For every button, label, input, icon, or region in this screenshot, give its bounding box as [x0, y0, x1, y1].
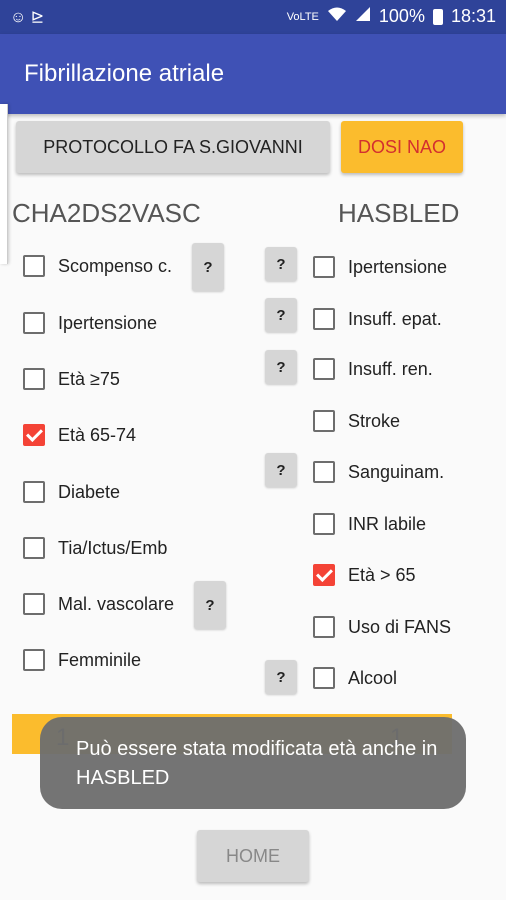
checkbox-box[interactable]	[313, 513, 335, 535]
checkbox-box[interactable]	[313, 256, 335, 278]
app-bar: Fibrillazione atriale	[0, 34, 506, 114]
wifi-icon	[327, 6, 347, 27]
checkbox-uso-fans[interactable]: Uso di FANS	[313, 616, 451, 638]
checkbox-box[interactable]	[23, 593, 45, 615]
volte-icon: VoLTE	[286, 10, 319, 23]
checkbox-tia-ictus[interactable]: Tia/Ictus/Emb	[23, 537, 167, 559]
checkbox-label: Mal. vascolare	[58, 593, 175, 614]
hasbled-heading: HASBLED	[338, 198, 460, 228]
checkbox-stroke[interactable]: Stroke	[313, 410, 400, 432]
checkbox-label: Insuff. ren.	[348, 358, 433, 379]
checkbox-label: Stroke	[348, 410, 401, 431]
signal-icon	[355, 6, 371, 27]
checkbox-label: Ipertensione	[58, 312, 158, 333]
checkbox-sanguinam[interactable]: Sanguinam.	[313, 461, 444, 483]
checkbox-box[interactable]	[23, 368, 45, 390]
checkbox-box[interactable]	[313, 358, 335, 380]
checkbox-alcool[interactable]: Alcool	[313, 667, 397, 689]
checkbox-box[interactable]	[23, 312, 45, 334]
checkbox-diabete[interactable]: Diabete	[23, 481, 120, 503]
help-alcool-button[interactable]: ?	[265, 660, 297, 694]
checkbox-label: Ipertensione	[348, 256, 448, 277]
help-scompenso-button[interactable]: ?	[192, 243, 224, 291]
battery-percent: 100%	[378, 6, 425, 26]
checkbox-femminile[interactable]: Femminile	[23, 649, 141, 671]
checkbox-box[interactable]	[23, 649, 45, 671]
protocol-button[interactable]: PROTOCOLLO FA S.GIOVANNI	[16, 121, 330, 173]
checkbox-inr-labile[interactable]: INR labile	[313, 513, 426, 535]
checkbox-ipertensione[interactable]: Ipertensione	[23, 312, 157, 334]
cha2ds2vasc-heading: CHA2DS2VASC	[12, 198, 201, 228]
checkbox-box[interactable]	[313, 564, 335, 586]
checkbox-label: Alcool	[348, 667, 398, 688]
checkbox-label: Diabete	[58, 481, 121, 502]
checkbox-insuff-epat[interactable]: Insuff. epat.	[313, 308, 442, 330]
checkbox-label: Insuff. epat.	[348, 308, 442, 329]
checkbox-box[interactable]	[313, 667, 335, 689]
status-right: VoLTE 100% 18:31	[287, 6, 496, 27]
help-ipertensione-hb-button[interactable]: ?	[265, 247, 297, 281]
battery-icon	[432, 8, 443, 25]
checkbox-label: Femminile	[58, 649, 142, 670]
checkbox-label: Uso di FANS	[348, 616, 452, 637]
dosi-nao-button[interactable]: DOSI NAO	[341, 121, 463, 173]
checkbox-box[interactable]	[23, 424, 45, 446]
checkbox-label: Sanguinam.	[348, 461, 445, 482]
checkbox-box[interactable]	[23, 481, 45, 503]
help-insuff-ren-button[interactable]: ?	[265, 350, 297, 384]
toast-message: Può essere stata modificata età anche in…	[40, 717, 466, 809]
checkbox-eta-65-74[interactable]: Età 65-74	[23, 424, 136, 446]
home-button[interactable]: HOME	[197, 830, 309, 882]
checkbox-eta-75[interactable]: Età ≥75	[23, 368, 120, 390]
checkbox-hb-ipertensione[interactable]: Ipertensione	[313, 256, 447, 278]
checkbox-box[interactable]	[23, 255, 45, 277]
help-sanguinam-button[interactable]: ?	[265, 453, 297, 487]
checkbox-box[interactable]	[313, 461, 335, 483]
checkbox-insuff-ren[interactable]: Insuff. ren.	[313, 358, 433, 380]
checkbox-box[interactable]	[313, 616, 335, 638]
checkbox-label: Età ≥75	[58, 368, 120, 389]
status-bar: ☺ ⊵ VoLTE 100% 18:31	[0, 0, 506, 34]
checkbox-label: INR labile	[348, 513, 427, 534]
checkbox-label: Età 65-74	[58, 424, 137, 445]
help-mal-vascolare-button[interactable]: ?	[194, 581, 226, 629]
checkbox-mal-vascolare[interactable]: Mal. vascolare	[23, 593, 174, 615]
checkbox-box[interactable]	[23, 537, 45, 559]
checkbox-box[interactable]	[313, 308, 335, 330]
checkbox-label: Tia/Ictus/Emb	[58, 537, 168, 558]
drawer-edge-handle[interactable]	[0, 104, 8, 264]
notification-icons: ☺ ⊵	[10, 9, 45, 26]
help-insuff-epat-button[interactable]: ?	[265, 298, 297, 332]
app-title: Fibrillazione atriale	[24, 60, 225, 87]
clock: 18:31	[450, 6, 496, 26]
checkbox-scompenso[interactable]: Scompenso c.	[23, 255, 172, 277]
checkbox-eta-65[interactable]: Età > 65	[313, 564, 416, 586]
checkbox-label: Età > 65	[348, 564, 416, 585]
checkbox-box[interactable]	[313, 410, 335, 432]
checkbox-label: Scompenso c.	[58, 255, 173, 276]
